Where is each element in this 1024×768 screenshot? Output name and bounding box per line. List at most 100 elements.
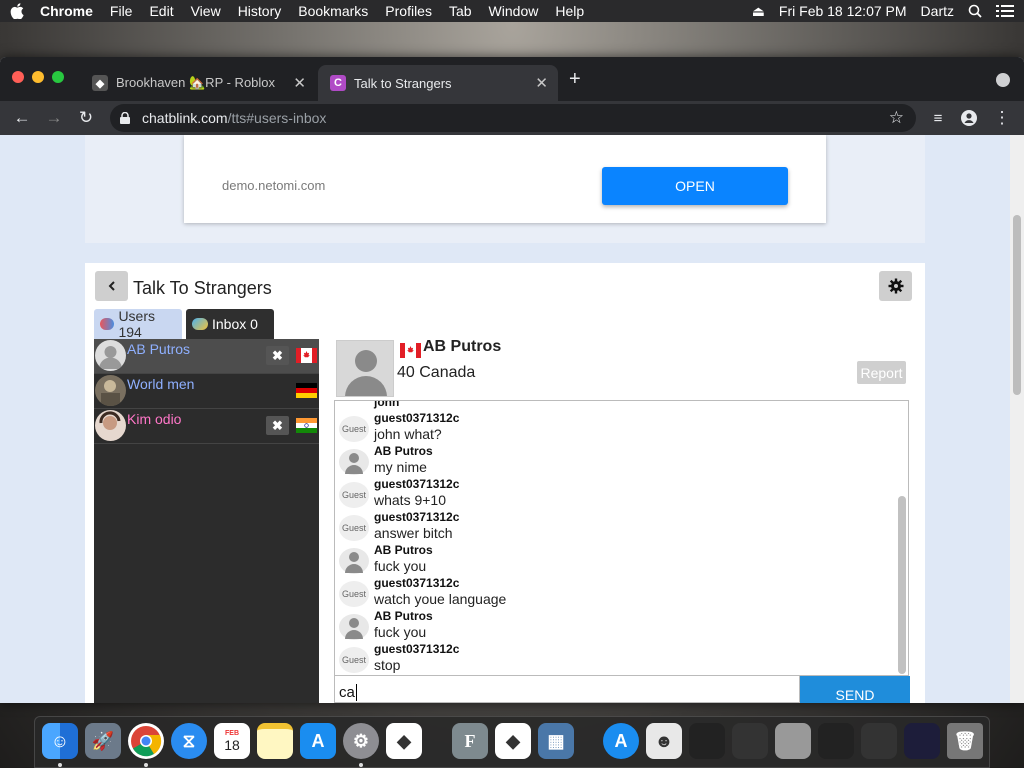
reload-icon[interactable]: ↻ xyxy=(76,108,96,128)
guest-avatar[interactable]: Guest xyxy=(339,647,369,673)
tab-search-icon[interactable] xyxy=(996,73,1010,87)
notes-icon[interactable] xyxy=(257,723,293,759)
trash-icon[interactable]: 🗑 xyxy=(947,723,983,759)
menubar-clock[interactable]: Fri Feb 18 12:07 PM xyxy=(779,3,907,19)
address-bar[interactable]: chatblink.com/tts#users-inbox ☆ xyxy=(110,104,916,132)
apple-icon[interactable] xyxy=(10,3,24,19)
window-thumbnail-icon[interactable] xyxy=(861,723,897,759)
menu-edit[interactable]: Edit xyxy=(149,3,173,19)
window-thumbnail-icon[interactable] xyxy=(818,723,854,759)
window-thumbnail-icon[interactable] xyxy=(775,723,811,759)
url-domain: chatblink.com xyxy=(142,110,228,126)
page-scrollbar[interactable] xyxy=(1010,135,1024,703)
media-control-icon[interactable]: ≡ xyxy=(928,108,948,128)
profile-avatar-icon[interactable] xyxy=(959,108,979,128)
close-tab-icon[interactable]: ✕ xyxy=(535,74,548,92)
bookmark-star-icon[interactable]: ☆ xyxy=(889,108,904,128)
menubar-user[interactable]: Dartz xyxy=(921,3,954,19)
guest-avatar[interactable]: Guest xyxy=(339,515,369,541)
font-book-icon[interactable]: F xyxy=(452,723,488,759)
user-avatar-icon[interactable] xyxy=(339,449,369,475)
ad-card[interactable]: demo.netomi.com OPEN xyxy=(184,135,826,223)
roblox-studio-icon[interactable]: ◆ xyxy=(495,723,531,759)
guest-avatar[interactable]: Guest xyxy=(339,416,369,442)
eject-icon[interactable]: ⏏ xyxy=(752,3,765,20)
chrome-icon[interactable] xyxy=(128,723,164,759)
message-author[interactable]: guest0371312c xyxy=(374,642,459,656)
page-scrollbar-thumb[interactable] xyxy=(1013,215,1021,395)
menu-file[interactable]: File xyxy=(110,3,133,19)
settings-button[interactable] xyxy=(879,271,912,301)
app-store-icon[interactable]: A xyxy=(300,723,336,759)
tab-talk-to-strangers[interactable]: C Talk to Strangers ✕ xyxy=(318,65,558,101)
calendar-icon[interactable]: FEB 18 xyxy=(214,723,250,759)
window-thumbnail-icon[interactable] xyxy=(732,723,768,759)
safari-compass-icon[interactable]: ⧖ xyxy=(171,723,207,759)
remove-chat-button[interactable]: ✖ xyxy=(266,416,289,435)
remove-chat-button[interactable]: ✖ xyxy=(266,346,289,365)
menu-bar: Chrome File Edit View History Bookmarks … xyxy=(0,0,1024,22)
list-item[interactable]: Kim odio ✖ xyxy=(94,409,319,444)
back-button[interactable] xyxy=(95,271,128,301)
window-thumbnail-icon[interactable] xyxy=(904,723,940,759)
ad-domain: demo.netomi.com xyxy=(222,178,326,193)
system-preferences-gear-icon[interactable]: ⚙ xyxy=(343,723,379,759)
message-author[interactable]: guest0371312c xyxy=(374,510,459,524)
india-flag-icon xyxy=(296,418,317,433)
tab-inbox[interactable]: Inbox 0 xyxy=(186,309,274,339)
user-avatar-icon[interactable] xyxy=(339,614,369,640)
menu-profiles[interactable]: Profiles xyxy=(385,3,432,19)
tab-users-label: Users 194 xyxy=(118,308,155,340)
chat-message: AB Putros my nime xyxy=(335,442,895,475)
guest-avatar[interactable]: Guest xyxy=(339,482,369,508)
launchpad-rocket-icon[interactable]: 🚀 xyxy=(85,723,121,759)
forward-arrow-icon[interactable]: → xyxy=(44,108,64,128)
chat-messages[interactable]: john Guest guest0371312c john what? AB Putr… xyxy=(334,400,909,676)
message-author[interactable]: AB Putros xyxy=(374,543,433,557)
document-thumbnail-icon[interactable]: ☻ xyxy=(646,723,682,759)
message-author[interactable]: guest0371312c xyxy=(374,576,459,590)
ad-open-button[interactable]: OPEN xyxy=(602,167,788,205)
menu-bookmarks[interactable]: Bookmarks xyxy=(298,3,368,19)
window-thumbnail-icon[interactable] xyxy=(689,723,725,759)
message-author[interactable]: guest0371312c xyxy=(374,477,459,491)
panel-title: Talk To Strangers xyxy=(133,278,272,298)
menu-window[interactable]: Window xyxy=(489,3,539,19)
send-button[interactable]: SEND xyxy=(800,676,910,703)
roblox-icon[interactable]: ◆ xyxy=(386,723,422,759)
close-window-button[interactable] xyxy=(12,71,24,83)
tab-users[interactable]: Users 194 xyxy=(94,308,182,340)
user-avatar-icon[interactable] xyxy=(339,548,369,574)
list-item[interactable]: AB Putros ✖ xyxy=(94,339,319,374)
tab-roblox[interactable]: ◆ Brookhaven 🏡RP - Roblox ✕ xyxy=(80,65,316,101)
guest-avatar[interactable]: Guest xyxy=(339,581,369,607)
message-author[interactable]: AB Putros xyxy=(374,609,433,623)
message-text: stop xyxy=(374,657,401,673)
control-center-icon[interactable] xyxy=(996,4,1014,18)
back-arrow-icon[interactable]: ← xyxy=(12,108,32,128)
zoom-window-button[interactable] xyxy=(52,71,64,83)
message-input[interactable]: ca xyxy=(334,676,800,703)
spotlight-search-icon[interactable] xyxy=(968,4,982,18)
browser-menu-kebab-icon[interactable]: ⋮ xyxy=(992,108,1012,128)
new-tab-icon[interactable]: + xyxy=(569,69,581,89)
message-author[interactable]: guest0371312c xyxy=(374,411,459,425)
message-author[interactable]: AB Putros xyxy=(374,444,433,458)
report-button[interactable]: Report xyxy=(857,361,906,384)
menu-help[interactable]: Help xyxy=(555,3,584,19)
talk-to-strangers-panel: Talk To Strangers Users 194 Inbox 0 AB P… xyxy=(85,263,925,703)
menu-app-name[interactable]: Chrome xyxy=(40,3,93,19)
minimize-window-button[interactable] xyxy=(32,71,44,83)
menu-tab[interactable]: Tab xyxy=(449,3,472,19)
menu-view[interactable]: View xyxy=(191,3,221,19)
running-indicator xyxy=(359,763,363,767)
app-store-download-icon[interactable]: A xyxy=(603,723,639,759)
profile-avatar[interactable] xyxy=(336,340,394,397)
close-tab-icon[interactable]: ✕ xyxy=(293,74,306,92)
finder-icon[interactable]: ☺ xyxy=(42,723,78,759)
chat-scrollbar[interactable] xyxy=(898,496,906,674)
list-item[interactable]: World men xyxy=(94,374,319,409)
preview-icon[interactable]: ▦ xyxy=(538,723,574,759)
canada-flag-icon xyxy=(400,343,421,358)
menu-history[interactable]: History xyxy=(238,3,282,19)
